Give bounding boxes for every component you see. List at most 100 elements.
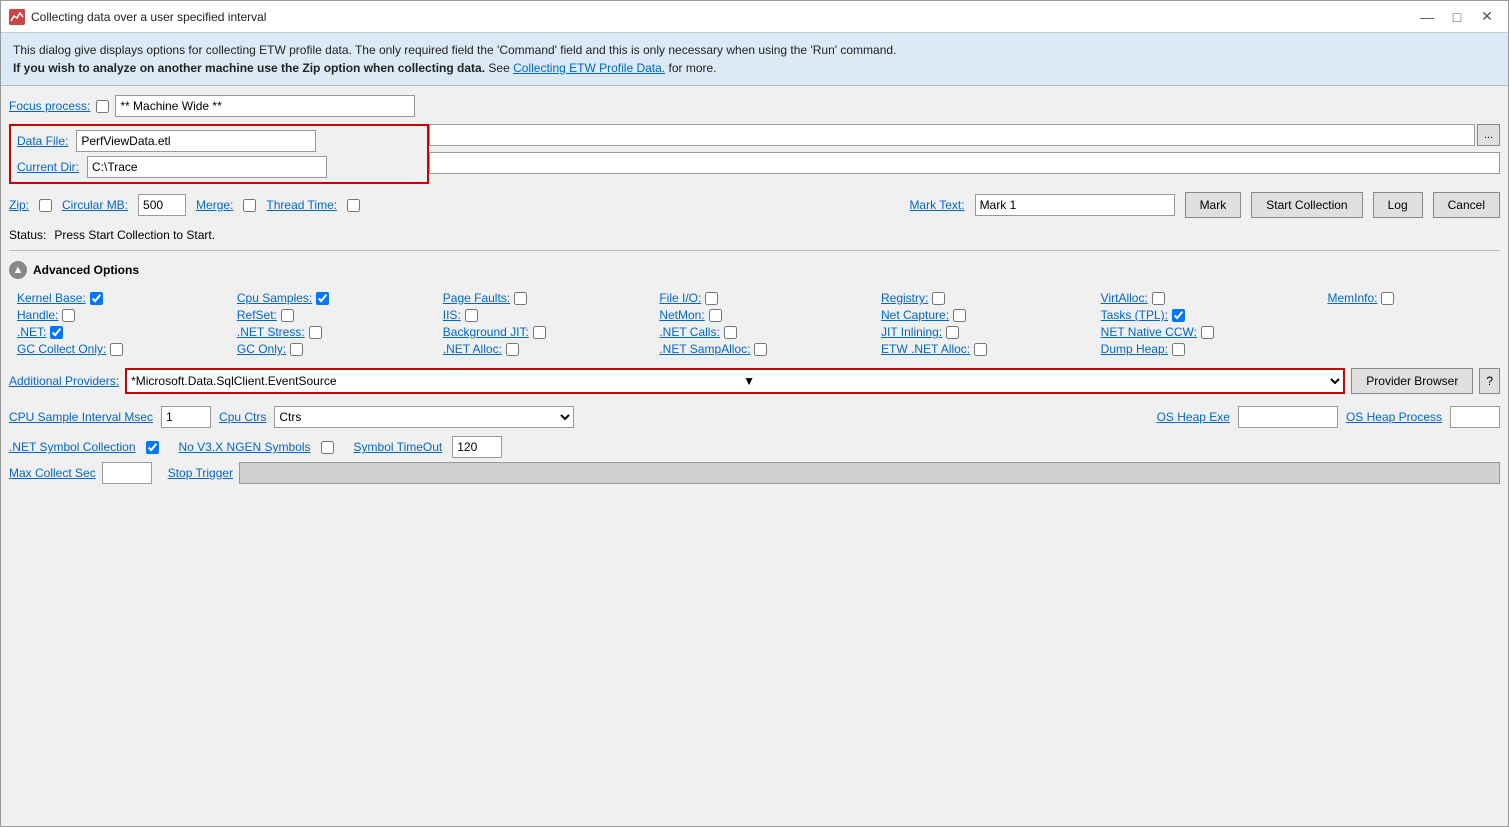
iis-checkbox[interactable] bbox=[465, 309, 478, 322]
data-file-full-input[interactable] bbox=[429, 124, 1475, 146]
separator-1 bbox=[9, 250, 1500, 251]
cpu-ctrs-label[interactable]: Cpu Ctrs bbox=[219, 410, 266, 424]
provider-browser-button[interactable]: Provider Browser bbox=[1351, 368, 1473, 394]
data-file-label[interactable]: Data File: bbox=[17, 134, 68, 148]
os-heap-exe-input[interactable] bbox=[1238, 406, 1338, 428]
zip-checkbox[interactable] bbox=[39, 199, 52, 212]
opt-gc-only: GC Only: bbox=[237, 342, 427, 356]
opt-meminfo: MemInfo: bbox=[1327, 291, 1492, 305]
cpu-ctrs-dropdown[interactable]: Ctrs bbox=[274, 406, 574, 428]
mark-button[interactable]: Mark bbox=[1185, 192, 1242, 218]
merge-checkbox[interactable] bbox=[243, 199, 256, 212]
max-collect-label[interactable]: Max Collect Sec bbox=[9, 466, 96, 480]
opt-handle: Handle: bbox=[17, 308, 221, 322]
kernel-base-checkbox[interactable] bbox=[90, 292, 103, 305]
thread-time-checkbox[interactable] bbox=[347, 199, 360, 212]
opt-net-capture: Net Capture: bbox=[881, 308, 1085, 322]
opt-jit-inlining: JIT Inlining: bbox=[881, 325, 1085, 339]
start-collection-button[interactable]: Start Collection bbox=[1251, 192, 1362, 218]
merge-label[interactable]: Merge: bbox=[196, 198, 233, 212]
background-jit-checkbox[interactable] bbox=[533, 326, 546, 339]
opt-dotnet: .NET: bbox=[17, 325, 221, 339]
focus-process-row: Focus process: bbox=[9, 92, 1500, 120]
additional-providers-label[interactable]: Additional Providers: bbox=[9, 374, 119, 388]
dotnet-calls-checkbox[interactable] bbox=[724, 326, 737, 339]
opt-virtalloc: VirtAlloc: bbox=[1101, 291, 1312, 305]
info-bar: This dialog give displays options for co… bbox=[1, 33, 1508, 86]
browse-button[interactable]: ... bbox=[1477, 124, 1500, 146]
close-button[interactable]: ✕ bbox=[1474, 6, 1500, 28]
opt-registry: Registry: bbox=[881, 291, 1085, 305]
minimize-button[interactable]: — bbox=[1414, 6, 1440, 28]
providers-dropdown[interactable]: ▼ bbox=[739, 370, 1343, 392]
no-v3x-label[interactable]: No V3.X NGEN Symbols bbox=[179, 440, 311, 454]
advanced-options-header[interactable]: ▲ Advanced Options bbox=[9, 257, 1500, 283]
info-link[interactable]: Collecting ETW Profile Data. bbox=[513, 61, 665, 75]
cpu-interval-input[interactable] bbox=[161, 406, 211, 428]
dotnet-symbol-label[interactable]: .NET Symbol Collection bbox=[9, 440, 136, 454]
options-grid: Kernel Base: Cpu Samples: Page Faults: F… bbox=[9, 287, 1500, 360]
dotnet-symbol-checkbox[interactable] bbox=[146, 441, 159, 454]
handle-checkbox[interactable] bbox=[62, 309, 75, 322]
providers-input[interactable] bbox=[127, 370, 739, 392]
gc-only-checkbox[interactable] bbox=[290, 343, 303, 356]
opt-dotnet-stress: .NET Stress: bbox=[237, 325, 427, 339]
app-icon bbox=[9, 9, 25, 25]
meminfo-checkbox[interactable] bbox=[1381, 292, 1394, 305]
opt-refset: RefSet: bbox=[237, 308, 427, 322]
virtalloc-checkbox[interactable] bbox=[1152, 292, 1165, 305]
no-v3x-checkbox[interactable] bbox=[321, 441, 334, 454]
log-button[interactable]: Log bbox=[1373, 192, 1423, 218]
max-collect-input[interactable] bbox=[102, 462, 152, 484]
page-faults-checkbox[interactable] bbox=[514, 292, 527, 305]
dotnet-checkbox[interactable] bbox=[50, 326, 63, 339]
focus-process-checkbox[interactable] bbox=[96, 100, 109, 113]
max-collect-row: Max Collect Sec Stop Trigger bbox=[9, 462, 1500, 484]
symbol-timeout-label[interactable]: Symbol TimeOut bbox=[354, 440, 443, 454]
cpu-samples-checkbox[interactable] bbox=[316, 292, 329, 305]
file-io-checkbox[interactable] bbox=[705, 292, 718, 305]
circular-mb-input[interactable] bbox=[138, 194, 186, 216]
mark-text-input[interactable] bbox=[975, 194, 1175, 216]
focus-process-input[interactable] bbox=[115, 95, 415, 117]
dump-heap-checkbox[interactable] bbox=[1172, 343, 1185, 356]
opt-background-jit: Background JIT: bbox=[443, 325, 644, 339]
mark-text-label[interactable]: Mark Text: bbox=[909, 198, 964, 212]
cpu-interval-label[interactable]: CPU Sample Interval Msec bbox=[9, 410, 153, 424]
os-heap-exe-label[interactable]: OS Heap Exe bbox=[1157, 410, 1230, 424]
providers-help-button[interactable]: ? bbox=[1479, 368, 1500, 394]
symbol-timeout-input[interactable] bbox=[452, 436, 502, 458]
focus-process-label[interactable]: Focus process: bbox=[9, 99, 90, 113]
netmon-checkbox[interactable] bbox=[709, 309, 722, 322]
zip-label[interactable]: Zip: bbox=[9, 198, 29, 212]
gc-collect-only-checkbox[interactable] bbox=[110, 343, 123, 356]
registry-checkbox[interactable] bbox=[932, 292, 945, 305]
net-capture-checkbox[interactable] bbox=[953, 309, 966, 322]
info-suffix: See bbox=[488, 61, 513, 75]
current-dir-input[interactable] bbox=[87, 156, 327, 178]
current-dir-full-input[interactable] bbox=[429, 152, 1500, 174]
refset-checkbox[interactable] bbox=[281, 309, 294, 322]
dotnet-native-ccw-checkbox[interactable] bbox=[1201, 326, 1214, 339]
jit-inlining-checkbox[interactable] bbox=[946, 326, 959, 339]
os-heap-process-input[interactable] bbox=[1450, 406, 1500, 428]
opt-page-faults: Page Faults: bbox=[443, 291, 644, 305]
etw-dotnet-alloc-checkbox[interactable] bbox=[974, 343, 987, 356]
cpu-sample-row: CPU Sample Interval Msec Cpu Ctrs Ctrs O… bbox=[9, 402, 1500, 432]
current-dir-label[interactable]: Current Dir: bbox=[17, 160, 79, 174]
cancel-button[interactable]: Cancel bbox=[1433, 192, 1500, 218]
dotnet-stress-checkbox[interactable] bbox=[309, 326, 322, 339]
data-file-input[interactable] bbox=[76, 130, 316, 152]
tasks-tpl-checkbox[interactable] bbox=[1172, 309, 1185, 322]
opt-etw-dotnet-alloc: ETW .NET Alloc: bbox=[881, 342, 1085, 356]
dotnet-alloc-checkbox[interactable] bbox=[506, 343, 519, 356]
stop-trigger-label[interactable]: Stop Trigger bbox=[168, 466, 233, 480]
stop-trigger-input[interactable] bbox=[239, 462, 1500, 484]
opt-cpu-samples: Cpu Samples: bbox=[237, 291, 427, 305]
opt-tasks-tpl: Tasks (TPL): bbox=[1101, 308, 1312, 322]
circular-mb-label[interactable]: Circular MB: bbox=[62, 198, 128, 212]
os-heap-process-label[interactable]: OS Heap Process bbox=[1346, 410, 1442, 424]
maximize-button[interactable]: □ bbox=[1444, 6, 1470, 28]
dotnet-sampalloc-checkbox[interactable] bbox=[754, 343, 767, 356]
thread-time-label[interactable]: Thread Time: bbox=[266, 198, 337, 212]
